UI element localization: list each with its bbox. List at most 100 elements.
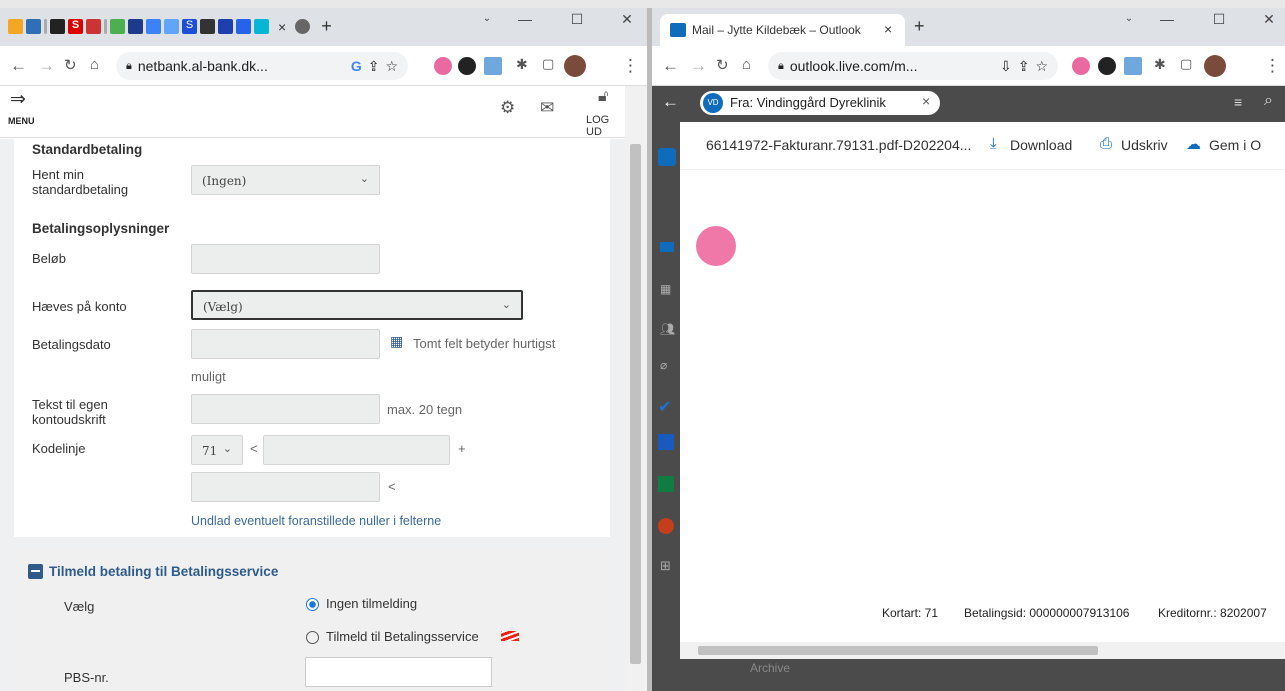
download-icon[interactable]: ⤓ — [990, 135, 997, 152]
excel-icon[interactable] — [658, 476, 674, 492]
tab-search-icon[interactable]: ⌄ — [1112, 8, 1146, 30]
minimize-button[interactable]: — — [1150, 8, 1184, 30]
todo-check-icon[interactable]: ✔ — [658, 397, 671, 417]
chip-close-icon[interactable]: × — [922, 93, 930, 109]
browser-menu-icon[interactable]: ⋮ — [1264, 56, 1281, 76]
tab-favicon-icon[interactable] — [110, 19, 125, 34]
filter-icon[interactable]: ≡ — [1234, 94, 1242, 110]
people-icon[interactable]: 👥︎ — [660, 322, 675, 336]
minimize-button[interactable]: — — [508, 8, 542, 30]
tab-favicon-icon[interactable] — [295, 19, 311, 34]
standard-payment-select[interactable]: (Ingen) ⌄ — [191, 165, 380, 195]
tab-favicon-icon[interactable] — [128, 19, 143, 34]
browser-menu-icon[interactable]: ⋮ — [622, 56, 639, 76]
save-to-onedrive-button[interactable]: Gem i O — [1209, 137, 1261, 153]
maximize-button[interactable]: ☐ — [1202, 8, 1236, 30]
sender-chip[interactable]: VD Fra: Vindinggård Dyreklinik × — [700, 91, 940, 115]
extension-icon[interactable] — [434, 57, 452, 75]
tab-outlook[interactable]: Mail – Jytte Kildebæk – Outlook × — [660, 14, 905, 46]
mail-icon[interactable] — [660, 242, 674, 252]
tab-favicon-icon[interactable] — [200, 19, 215, 34]
menu-label[interactable]: MENU — [8, 116, 35, 126]
tab-favicon-icon[interactable] — [8, 19, 23, 34]
bookmark-star-icon[interactable]: ☆ — [385, 58, 398, 75]
collapse-minus-icon[interactable] — [28, 564, 43, 579]
powerpoint-icon[interactable] — [658, 518, 674, 534]
extensions-puzzle-icon[interactable]: ✱ — [1154, 56, 1166, 73]
archive-folder[interactable]: Archive — [750, 661, 790, 675]
menu-icon[interactable]: ⇒ — [10, 88, 26, 111]
no-signup-option[interactable]: Ingen tilmelding — [326, 596, 417, 611]
profile-avatar[interactable] — [564, 55, 586, 77]
mail-envelope-icon[interactable]: ✉ — [540, 98, 554, 118]
reload-icon[interactable]: ↻ — [716, 56, 729, 74]
maximize-button[interactable]: ☐ — [560, 8, 594, 30]
extension-icon[interactable] — [1098, 57, 1116, 75]
settings-gear-icon[interactable]: ⚙ — [500, 98, 515, 118]
calendar-icon[interactable]: ▦ — [390, 333, 403, 350]
back-arrow-icon[interactable]: ← — [662, 92, 679, 112]
logout-lock-icon[interactable]: 🔓︎ — [598, 88, 608, 106]
calendar-icon[interactable]: ▦ — [660, 282, 671, 296]
close-window-button[interactable]: ✕ — [1252, 8, 1285, 30]
extension-icon[interactable] — [1124, 57, 1142, 75]
pdf-horizontal-scrollbar[interactable] — [680, 642, 1285, 659]
pinned-tabs[interactable]: S S × + — [8, 16, 332, 37]
forward-icon[interactable]: → — [38, 56, 55, 76]
no-signup-radio[interactable] — [306, 596, 319, 612]
word-icon[interactable] — [658, 434, 674, 450]
tab-favicon-icon[interactable] — [86, 19, 101, 34]
signup-radio[interactable] — [306, 629, 319, 645]
payment-date-input[interactable] — [191, 329, 380, 359]
signup-option[interactable]: Tilmeld til Betalingsservice — [326, 629, 479, 644]
bookmark-star-icon[interactable]: ☆ — [1035, 58, 1048, 75]
extension-overlay-icon[interactable] — [696, 226, 736, 266]
attachment-icon[interactable]: ⌀ — [660, 358, 667, 372]
statement-text-input[interactable] — [191, 394, 380, 424]
forward-icon[interactable]: → — [690, 56, 707, 76]
tab-favicon-icon[interactable]: S — [68, 19, 83, 34]
extension-icon[interactable] — [1072, 57, 1090, 75]
creditor-number-input[interactable] — [191, 472, 380, 502]
profile-avatar[interactable] — [1204, 55, 1226, 77]
code-line-input[interactable] — [263, 435, 450, 465]
tab-search-icon[interactable]: ⌄ — [470, 8, 504, 30]
tab-favicon-icon[interactable]: S — [182, 19, 197, 34]
debit-account-select[interactable]: (Vælg) ⌄ — [191, 290, 523, 320]
side-panel-icon[interactable]: ▢ — [1180, 56, 1192, 72]
more-apps-icon[interactable]: ⊞ — [660, 558, 671, 574]
url-bar[interactable]: 🔒︎ netbank.al-bank.dk... G ⇪ ☆ — [116, 52, 408, 80]
betalingsservice-heading[interactable]: Tilmeld betaling til Betalingsservice — [49, 564, 278, 579]
new-tab-button[interactable]: + — [914, 16, 925, 37]
tab-close-icon[interactable]: × — [884, 21, 892, 37]
download-button[interactable]: Download — [1010, 137, 1072, 153]
home-icon[interactable]: ⌂ — [90, 56, 99, 73]
tab-favicon-icon[interactable] — [218, 19, 233, 34]
extension-icon[interactable] — [484, 57, 502, 75]
back-icon[interactable]: ← — [662, 56, 679, 76]
tab-close-icon[interactable]: × — [278, 19, 286, 35]
new-tab-button[interactable]: + — [321, 16, 332, 37]
scrollbar-thumb[interactable] — [698, 646, 1098, 655]
tab-favicon-icon[interactable] — [146, 19, 161, 34]
share-icon[interactable]: ⇪ — [1018, 58, 1030, 75]
code-type-select[interactable]: 71 ⌄ — [191, 435, 243, 465]
extensions-puzzle-icon[interactable]: ✱ — [516, 56, 528, 73]
back-icon[interactable]: ← — [10, 56, 27, 76]
install-app-icon[interactable]: ⇩ — [1000, 58, 1012, 75]
share-icon[interactable]: ⇪ — [368, 58, 380, 75]
outlook-logo-icon[interactable] — [658, 148, 676, 166]
print-icon[interactable]: ⎙ — [1100, 135, 1112, 152]
logout-button[interactable]: LOG UD — [586, 114, 625, 138]
google-icon[interactable]: G — [351, 58, 362, 74]
page-scrollbar[interactable] — [625, 86, 647, 691]
side-panel-icon[interactable]: ▢ — [542, 56, 554, 72]
tab-favicon-icon[interactable] — [50, 19, 65, 34]
scrollbar-thumb[interactable] — [630, 144, 641, 664]
home-icon[interactable]: ⌂ — [742, 56, 751, 73]
tab-favicon-icon[interactable] — [236, 19, 251, 34]
tab-favicon-icon[interactable] — [26, 19, 41, 34]
reload-icon[interactable]: ↻ — [64, 56, 77, 74]
search-icon[interactable]: ⌕ — [1264, 92, 1273, 110]
print-button[interactable]: Udskriv — [1121, 137, 1168, 153]
